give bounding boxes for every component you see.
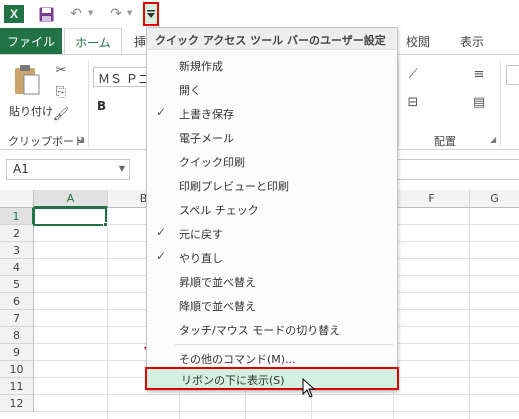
row-header-2[interactable]: 2 [0, 225, 34, 242]
row-header-11[interactable]: 11 [0, 378, 34, 395]
column-header-a[interactable]: A [34, 190, 108, 208]
paste-icon [15, 65, 40, 95]
title-bar: X ↶ ▼ ↷ ▼ [0, 0, 519, 28]
row-header-10[interactable]: 10 [0, 361, 34, 378]
menu-header: クイック アクセス ツール バーのユーザー設定 [147, 28, 397, 50]
wrap-text-icon[interactable]: ≡ [470, 65, 488, 83]
row-header-4[interactable]: 4 [0, 259, 34, 276]
name-box[interactable]: A1 ▼ [6, 159, 130, 180]
menu-item[interactable]: ✓ 元に戻す [147, 221, 397, 244]
check-icon: ✓ [156, 105, 167, 119]
grid-line [469, 208, 470, 419]
mouse-cursor-icon [302, 378, 316, 398]
undo-icon[interactable]: ↶ [68, 5, 84, 23]
menu-item-label: タッチ/マウス モードの切り替え [179, 324, 341, 337]
number-format-field[interactable] [506, 65, 519, 85]
grid-line [34, 411, 519, 412]
tab-home[interactable]: ホーム [64, 28, 122, 55]
menu-item[interactable]: クイック印刷 [147, 149, 397, 172]
merge-center-icon[interactable]: ⊟ [404, 93, 422, 111]
row-header-12[interactable]: 12 [0, 395, 34, 412]
undo-dropdown-icon[interactable]: ▼ [88, 9, 93, 17]
redo-dropdown-icon[interactable]: ▼ [127, 9, 132, 17]
menu-item[interactable]: 電子メール [147, 125, 397, 148]
menu-item-label: やり直し [179, 252, 223, 265]
clipboard-launcher-icon[interactable]: ◢ [78, 135, 84, 144]
group-divider [88, 61, 89, 147]
row-header-6[interactable]: 6 [0, 293, 34, 310]
clipboard-group-label: クリップボード [8, 135, 85, 148]
menu-separator [175, 344, 393, 345]
menu-item[interactable]: 降順で並べ替え [147, 293, 397, 316]
alignment-launcher-icon[interactable]: ◢ [490, 135, 496, 144]
menu-item-more-commands[interactable]: その他のコマンド(M)... [147, 346, 397, 369]
chevron-down-icon[interactable]: ▼ [119, 164, 125, 173]
menu-item-label: 上書き保存 [179, 108, 234, 121]
menu-item-label: 元に戻す [179, 228, 223, 241]
menu-item-label: 降順で並べ替え [179, 300, 256, 313]
select-all-corner[interactable] [0, 190, 34, 208]
excel-app-icon[interactable]: X [4, 5, 24, 23]
menu-item-label: 印刷プレビューと印刷 [179, 180, 289, 193]
menu-item-label: クイック印刷 [179, 156, 245, 169]
tab-view[interactable]: 表示 [454, 28, 490, 54]
menu-item-label: スペル チェック [179, 204, 259, 217]
number-format-icon[interactable]: ▤ [470, 93, 488, 111]
customize-qat-button[interactable] [143, 2, 159, 26]
menu-item-show-below-ribbon[interactable]: リボンの下に表示(S) [145, 367, 399, 390]
fill-handle[interactable] [103, 222, 108, 227]
customize-qat-icon [147, 10, 155, 18]
formula-input[interactable] [397, 159, 519, 180]
menu-item[interactable]: 昇順で並べ替え [147, 269, 397, 292]
menu-item[interactable]: 開く [147, 77, 397, 100]
group-divider [500, 61, 501, 147]
grid-line [34, 394, 519, 395]
check-icon: ✓ [156, 225, 167, 239]
redo-icon[interactable]: ↷ [108, 5, 124, 23]
orientation-icon[interactable]: ⟋ [404, 65, 422, 83]
menu-item[interactable]: スペル チェック [147, 197, 397, 220]
column-header-f[interactable]: F [394, 190, 470, 208]
menu-item[interactable]: ✓ 上書き保存 [147, 101, 397, 124]
row-header-7[interactable]: 7 [0, 310, 34, 327]
menu-item[interactable]: 新規作成 [147, 53, 397, 76]
copy-icon[interactable]: ⎘ [52, 83, 70, 101]
tab-file[interactable]: ファイル [0, 28, 62, 54]
menu-item-label: 新規作成 [179, 60, 223, 73]
format-painter-icon[interactable]: 🖌 [52, 105, 70, 123]
save-icon[interactable] [38, 5, 54, 23]
row-header-1[interactable]: 1 [0, 208, 34, 225]
row-header-8[interactable]: 8 [0, 327, 34, 344]
cut-icon[interactable]: ✂ [52, 61, 70, 79]
row-header-5[interactable]: 5 [0, 276, 34, 293]
menu-item-label: 開く [179, 84, 201, 97]
paste-label: 貼り付け [9, 105, 53, 118]
menu-item-label: 電子メール [179, 132, 234, 145]
row-header-9[interactable]: 9 [0, 344, 34, 361]
customize-qat-menu: クイック アクセス ツール バーのユーザー設定 新規作成開く ✓ 上書き保存電子メー… [145, 27, 399, 391]
name-box-value: A1 [13, 162, 29, 176]
menu-item[interactable]: 印刷プレビューと印刷 [147, 173, 397, 196]
menu-item-label: 昇順で並べ替え [179, 276, 256, 289]
group-divider [398, 61, 399, 147]
bold-button[interactable]: B [97, 99, 106, 113]
menu-item[interactable]: ✓ やり直し [147, 245, 397, 268]
column-header-g[interactable]: G [470, 190, 519, 208]
paste-button[interactable]: 貼り付け [6, 63, 53, 121]
menu-item[interactable]: タッチ/マウス モードの切り替え [147, 317, 397, 340]
active-cell-a1[interactable] [33, 207, 107, 226]
check-icon: ✓ [156, 249, 167, 263]
grid-line [107, 208, 108, 419]
tab-review[interactable]: 校閲 [398, 28, 438, 54]
row-header-3[interactable]: 3 [0, 242, 34, 259]
alignment-group-label: 配置 [434, 135, 456, 148]
